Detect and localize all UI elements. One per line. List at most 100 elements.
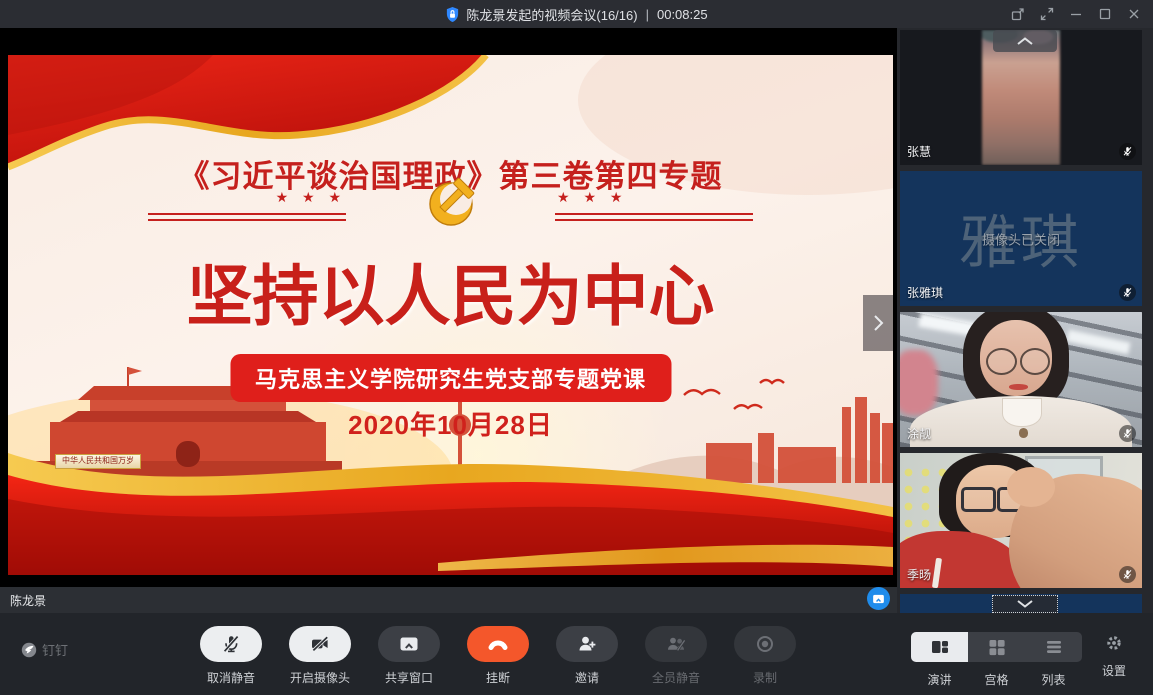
invite-label: 邀请 bbox=[575, 669, 599, 686]
bottom-toolbar: 钉钉 取消静音 bbox=[0, 613, 1153, 695]
participant-tile-jiyang[interactable]: 季旸 bbox=[900, 453, 1142, 588]
hangup-handset-icon bbox=[486, 633, 510, 655]
view-mode-list[interactable]: 列表 bbox=[1025, 632, 1082, 688]
mic-muted-badge bbox=[1119, 425, 1136, 442]
screen-share-indicator[interactable] bbox=[867, 587, 890, 610]
art-shape bbox=[1002, 398, 1043, 427]
mic-muted-badge bbox=[1119, 284, 1136, 301]
slide-rule-right bbox=[555, 213, 753, 221]
camera-off-icon bbox=[309, 633, 331, 655]
view-mode-switch: 演讲 宫格 列表 bbox=[911, 632, 1082, 688]
participant-name: 季旸 bbox=[907, 566, 931, 583]
participant-name: 张雅琪 bbox=[907, 284, 943, 301]
art-shape bbox=[986, 348, 1017, 375]
art-shape bbox=[1019, 428, 1029, 437]
maximize-icon[interactable] bbox=[1098, 7, 1112, 21]
slide-stars-right: ★ ★ ★ bbox=[557, 189, 715, 206]
mic-muted-icon bbox=[1122, 287, 1133, 298]
camera-on-label: 开启摄像头 bbox=[290, 669, 350, 686]
presenter-name-bar: 陈龙景 bbox=[0, 587, 897, 613]
participant-name: 张慧 bbox=[907, 143, 931, 160]
screen-share-icon bbox=[871, 592, 886, 606]
meeting-title-group: 陈龙景发起的视频会议(16/16) | 00:08:25 bbox=[445, 5, 707, 24]
minimize-icon[interactable] bbox=[1069, 7, 1083, 21]
art-shape bbox=[1009, 384, 1028, 390]
title-divider: | bbox=[646, 7, 649, 22]
window-controls bbox=[1011, 0, 1141, 28]
invite-person-plus-icon bbox=[576, 633, 598, 655]
settings-label: 设置 bbox=[1102, 662, 1126, 679]
grid-view-label: 宫格 bbox=[984, 671, 1008, 688]
list-view-segment bbox=[1025, 632, 1082, 662]
view-mode-grid[interactable]: 宫格 bbox=[968, 632, 1025, 688]
participants-sidebar: 张慧 雅琪 摄像头已关闭 张雅琪 bbox=[897, 28, 1153, 613]
settings-button[interactable]: 设置 bbox=[1095, 634, 1133, 679]
art-shape bbox=[961, 487, 996, 512]
scroll-down-button[interactable] bbox=[992, 595, 1058, 613]
hangup-pill bbox=[467, 626, 529, 662]
mic-muted-badge bbox=[1119, 143, 1136, 160]
grid-view-icon bbox=[986, 636, 1008, 658]
chevron-right-icon bbox=[871, 313, 885, 333]
record-label: 录制 bbox=[753, 669, 777, 686]
invite-pill bbox=[556, 626, 618, 662]
chevron-up-icon bbox=[1015, 36, 1035, 46]
camera-off-label: 摄像头已关闭 bbox=[982, 229, 1060, 248]
record-icon bbox=[754, 633, 776, 655]
chevron-down-icon bbox=[1015, 599, 1035, 609]
record-pill bbox=[734, 626, 796, 662]
gear-icon bbox=[1105, 634, 1123, 652]
art-shape bbox=[900, 350, 938, 415]
camera-pill bbox=[289, 626, 351, 662]
speaker-view-icon bbox=[929, 636, 951, 658]
record-button[interactable]: 录制 bbox=[734, 626, 796, 686]
slide-headline: 坚持以人民为中心 bbox=[8, 243, 893, 339]
participant-tile-zhangyaqi[interactable]: 雅琪 摄像头已关闭 张雅琪 bbox=[900, 171, 1142, 306]
collapse-sidebar-tab[interactable] bbox=[863, 295, 893, 351]
mute-all-pill bbox=[645, 626, 707, 662]
dingtalk-brand-label: 钉钉 bbox=[42, 640, 68, 659]
speaker-view-label: 演讲 bbox=[927, 671, 951, 688]
camera-on-button[interactable]: 开启摄像头 bbox=[289, 626, 351, 686]
hangup-label: 挂断 bbox=[486, 669, 510, 686]
meeting-elapsed-time: 00:08:25 bbox=[657, 7, 708, 22]
unmute-pill bbox=[200, 626, 262, 662]
slide-rule-left bbox=[148, 213, 346, 221]
unmute-button[interactable]: 取消静音 bbox=[200, 626, 262, 686]
participant-tile-tuliang[interactable]: 涂靓 bbox=[900, 312, 1142, 447]
participant-tiles: 张慧 雅琪 摄像头已关闭 张雅琪 bbox=[900, 30, 1142, 613]
close-icon[interactable] bbox=[1127, 7, 1141, 21]
mute-all-label: 全员静音 bbox=[652, 669, 700, 686]
share-window-label: 共享窗口 bbox=[385, 669, 433, 686]
view-mode-speaker[interactable]: 演讲 bbox=[911, 632, 968, 688]
art-shape bbox=[1007, 467, 1055, 508]
call-controls: 取消静音 开启摄像头 共享窗口 bbox=[200, 626, 796, 686]
meeting-title: 陈龙景发起的视频会议(16/16) bbox=[466, 5, 637, 24]
party-emblem-icon bbox=[410, 171, 492, 233]
mic-muted-badge bbox=[1119, 566, 1136, 583]
slide-banner: 马克思主义学院研究生党支部专题党课 bbox=[230, 354, 671, 402]
mic-muted-icon bbox=[1122, 146, 1133, 157]
share-window-button[interactable]: 共享窗口 bbox=[378, 626, 440, 686]
mute-all-button[interactable]: 全员静音 bbox=[645, 626, 707, 686]
list-view-label: 列表 bbox=[1041, 671, 1065, 688]
slide-stars-left: ★ ★ ★ bbox=[188, 189, 346, 206]
list-view-icon bbox=[1043, 636, 1065, 658]
share-screen-icon bbox=[398, 633, 420, 655]
mute-all-icon bbox=[665, 633, 687, 655]
popout-icon[interactable] bbox=[1011, 7, 1025, 21]
presentation-slide: 《习近平谈治国理政》第三卷第四专题 ★ ★ ★ ★ ★ ★ 坚持以人民为中心 马… bbox=[8, 55, 893, 575]
fullscreen-icon[interactable] bbox=[1040, 7, 1054, 21]
scroll-up-button[interactable] bbox=[993, 30, 1057, 52]
lock-shield-icon bbox=[445, 6, 460, 23]
dingtalk-logo-icon bbox=[21, 642, 37, 658]
dingtalk-brand: 钉钉 bbox=[21, 640, 68, 659]
slide-date: 2020年10月28日 bbox=[8, 405, 893, 442]
tiananmen-placard: 中华人民共和国万岁 bbox=[55, 454, 141, 469]
main-video-stage: 《习近平谈治国理政》第三卷第四专题 ★ ★ ★ ★ ★ ★ 坚持以人民为中心 马… bbox=[0, 28, 897, 613]
hangup-button[interactable]: 挂断 bbox=[467, 626, 529, 686]
invite-button[interactable]: 邀请 bbox=[556, 626, 618, 686]
participant-name: 涂靓 bbox=[907, 425, 931, 442]
speaker-view-segment bbox=[911, 632, 968, 662]
title-bar: 陈龙景发起的视频会议(16/16) | 00:08:25 bbox=[0, 0, 1153, 28]
